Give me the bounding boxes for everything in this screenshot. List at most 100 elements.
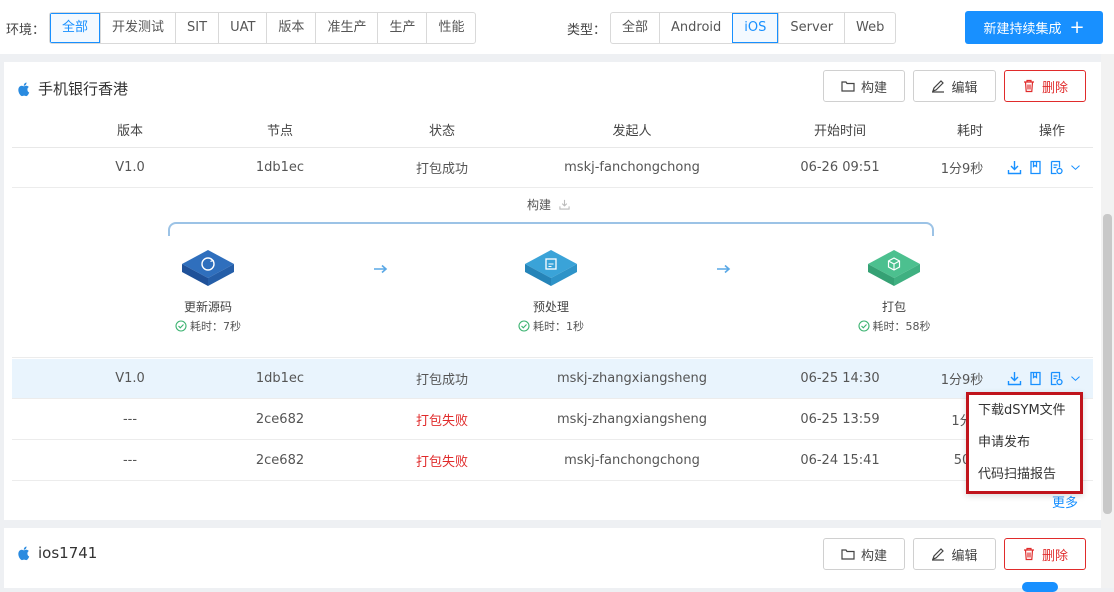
build-button-label: 构建 (860, 80, 887, 96)
arrow-right-icon (374, 264, 388, 274)
menu-item-apply-release[interactable]: 申请发布 (969, 427, 1080, 459)
row-initiator: mskj-fanchongchong (564, 160, 700, 175)
type-option[interactable]: iOS (732, 13, 779, 43)
folder-icon (841, 81, 855, 92)
edit-button[interactable]: 编辑 (913, 70, 996, 102)
row-actions (1007, 148, 1081, 187)
card-title: ios1741 (16, 544, 97, 562)
type-filter-label: 类型： (567, 22, 607, 38)
stage-duration: 耗时：58秒 (834, 318, 954, 334)
stage-update-source[interactable]: 更新源码 耗时：7秒 (148, 248, 268, 334)
type-option[interactable]: Android (659, 13, 732, 43)
scrollbar[interactable] (1101, 54, 1114, 588)
row-version: --- (122, 412, 138, 427)
new-ci-button[interactable]: 新建持续集成 + (965, 11, 1103, 44)
edit-button-label: 编辑 (951, 80, 978, 96)
more-link[interactable]: 更多 (1052, 492, 1078, 511)
row-version: V1.0 (115, 160, 145, 175)
env-option[interactable]: 版本 (266, 13, 315, 43)
ci-card-ios1741: ios1741 构建 编辑 删除 (4, 528, 1101, 588)
check-circle-icon (857, 320, 870, 332)
download-icon[interactable] (559, 199, 570, 210)
edit-button-label: 编辑 (951, 548, 978, 564)
env-options: 全部 开发测试 SIT UAT 版本 准生产 生产 性能 (49, 12, 477, 44)
row-initiator: mskj-zhangxiangsheng (556, 371, 708, 386)
row-version: V1.0 (115, 371, 145, 386)
row-status: 打包失败 (415, 455, 468, 470)
book-icon[interactable] (1028, 371, 1043, 386)
pencil-icon (932, 80, 945, 93)
stage-package[interactable]: 打包 耗时：58秒 (834, 248, 954, 334)
menu-item-download-dsym[interactable]: 下载dSYM文件 (969, 395, 1080, 427)
trash-icon (1023, 547, 1034, 561)
env-option[interactable]: 全部 (50, 13, 101, 43)
row-node: 2ce682 (255, 412, 305, 427)
report-icon[interactable] (1049, 371, 1064, 386)
build-button[interactable]: 构建 (823, 70, 905, 102)
preprocess-icon (525, 250, 577, 286)
env-option[interactable]: UAT (218, 13, 266, 43)
build-pipeline: 构建 更新源码 耗时：7秒 预处理 耗时：1秒 打包 耗时：58秒 (12, 188, 1093, 358)
check-circle-icon (518, 320, 530, 332)
card-title: 手机银行香港 (16, 78, 128, 99)
env-option[interactable]: 性能 (426, 13, 475, 43)
col-node: 节点 (266, 124, 293, 139)
menu-item-code-scan-report[interactable]: 代码扫描报告 (969, 459, 1080, 491)
row-initiator: mskj-fanchongchong (564, 453, 700, 468)
table-row[interactable]: --- 2ce682 打包失败 mskj-fanchongchong 06-24… (12, 441, 1093, 481)
env-option[interactable]: 开发测试 (100, 13, 175, 43)
new-ci-button-label: 新建持续集成 (983, 22, 1062, 37)
ci-card-hongkong: 手机银行香港 构建 编辑 删除 版本 节点 状态 发起人 开始时间 耗时 操作 … (4, 62, 1101, 520)
stage-name: 打包 (881, 300, 906, 314)
apple-icon (18, 82, 30, 96)
env-option[interactable]: 准生产 (315, 13, 377, 43)
table-row[interactable]: --- 2ce682 打包失败 mskj-zhangxiangsheng 06-… (12, 400, 1093, 440)
table-row[interactable]: V1.0 1db1ec 打包成功 mskj-zhangxiangsheng 06… (12, 359, 1093, 399)
row-start-time: 06-24 15:41 (800, 453, 880, 468)
filter-bar: 环境： 全部 开发测试 SIT UAT 版本 准生产 生产 性能 类型： 全部 Android i… (0, 0, 1114, 54)
build-button[interactable]: 构建 (823, 538, 905, 570)
col-actions: 操作 (1038, 124, 1065, 139)
arrow-right-icon (717, 264, 731, 274)
row-start-time: 06-25 13:59 (800, 412, 880, 427)
stage-name: 预处理 (532, 300, 569, 314)
row-status: 打包成功 (415, 162, 468, 177)
env-option[interactable]: 生产 (377, 13, 426, 43)
trash-icon (1023, 79, 1034, 93)
type-option[interactable]: Server (778, 13, 844, 43)
plus-icon: + (1069, 16, 1085, 38)
pipeline-bracket (168, 222, 934, 236)
book-icon[interactable] (1028, 160, 1043, 175)
floating-action[interactable] (1022, 582, 1058, 592)
folder-icon (841, 549, 855, 560)
type-option[interactable]: 全部 (611, 13, 659, 43)
chevron-down-icon[interactable] (1070, 160, 1081, 175)
table-row[interactable]: V1.0 1db1ec 打包成功 mskj-fanchongchong 06-2… (12, 148, 1093, 188)
delete-button[interactable]: 删除 (1004, 70, 1086, 102)
scrollbar-thumb[interactable] (1103, 214, 1112, 514)
card-title-text: 手机银行香港 (38, 80, 129, 98)
build-button-label: 构建 (860, 548, 887, 564)
report-icon[interactable] (1049, 160, 1064, 175)
table-header: 版本 节点 状态 发起人 开始时间 耗时 操作 (12, 112, 1093, 148)
row-actions-dropdown: 下载dSYM文件 申请发布 代码扫描报告 (966, 392, 1083, 494)
stage-duration-text: 耗时：7秒 (190, 320, 241, 333)
type-option[interactable]: Web (844, 13, 895, 43)
download-icon[interactable] (1007, 371, 1022, 386)
row-node: 1db1ec (255, 371, 305, 386)
stage-preprocess[interactable]: 预处理 耗时：1秒 (491, 248, 611, 334)
stage-duration: 耗时：7秒 (148, 318, 268, 334)
delete-button[interactable]: 删除 (1004, 538, 1086, 570)
env-filter-label: 环境： (6, 22, 46, 38)
type-filter: 类型： 全部 Android iOS Server Web (567, 12, 897, 44)
download-icon[interactable] (1007, 160, 1022, 175)
edit-button[interactable]: 编辑 (913, 538, 996, 570)
delete-button-label: 删除 (1041, 548, 1068, 564)
row-start-time: 06-25 14:30 (800, 371, 880, 386)
refresh-icon (182, 250, 234, 286)
env-option[interactable]: SIT (175, 13, 218, 43)
row-node: 2ce682 (255, 453, 305, 468)
row-initiator: mskj-zhangxiangsheng (556, 412, 708, 427)
chevron-down-icon[interactable] (1070, 371, 1081, 386)
type-options: 全部 Android iOS Server Web (610, 12, 897, 44)
